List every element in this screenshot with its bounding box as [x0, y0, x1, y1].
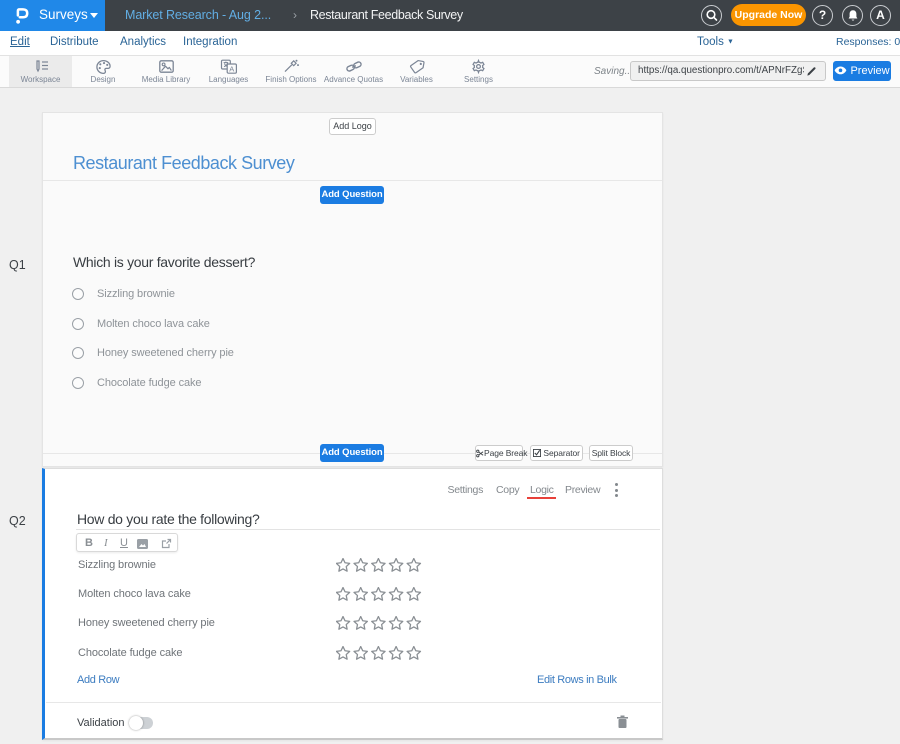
svg-text:A: A — [229, 64, 234, 73]
